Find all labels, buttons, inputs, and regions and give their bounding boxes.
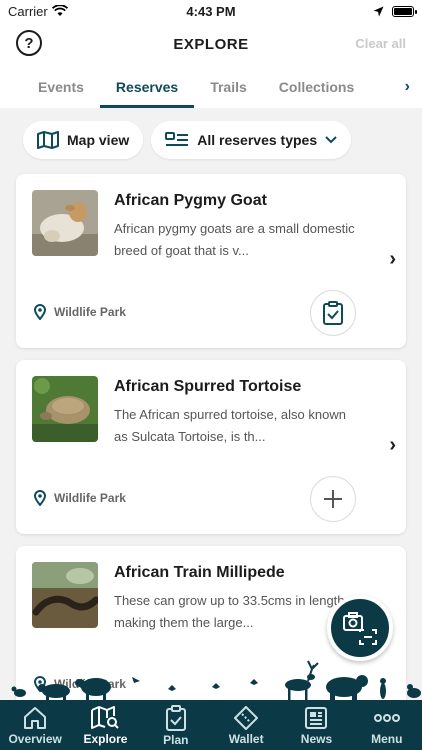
status-time: 4:43 PM — [186, 3, 236, 19]
nav-news[interactable]: News — [283, 706, 349, 745]
more-icon — [373, 713, 400, 722]
reserve-location: Wildlife Park — [34, 304, 126, 320]
reserve-description: These can grow up to 33.5cms in length, … — [114, 593, 349, 630]
nav-explore[interactable]: Explore — [72, 705, 138, 746]
scan-button[interactable] — [327, 595, 393, 661]
clear-all-button[interactable]: Clear all — [355, 36, 406, 51]
filters: Map view All reserves types — [23, 121, 352, 159]
add-to-plan-button[interactable] — [310, 476, 356, 522]
reserve-card[interactable]: African Pygmy Goat African pygmy goats a… — [16, 174, 406, 348]
clipboard-icon — [165, 704, 186, 731]
location-label: Wildlife Park — [54, 491, 126, 505]
nav-plan[interactable]: Plan — [143, 704, 209, 747]
clipboard-check-icon — [323, 301, 343, 325]
location-pin-icon — [34, 490, 46, 506]
status-bar: Carrier 4:43 PM — [0, 0, 422, 22]
reserve-title: African Spurred Tortoise — [114, 378, 302, 395]
map-icon — [37, 131, 59, 149]
filter-list-icon — [165, 132, 189, 146]
reserve-thumbnail — [32, 376, 98, 442]
reserve-location: Wildlife Park — [34, 490, 126, 506]
chevron-right-icon[interactable]: › — [389, 434, 396, 457]
help-button[interactable]: ? — [16, 30, 42, 56]
nav-wallet-label: Wallet — [228, 731, 264, 746]
map-search-icon — [91, 705, 120, 729]
nav-plan-label: Plan — [163, 732, 189, 747]
map-view-button[interactable]: Map view — [23, 121, 144, 159]
reserve-description: The African spurred tortoise, also known… — [114, 407, 346, 444]
nav-menu-label: Menu — [371, 731, 403, 746]
location-pin-icon — [34, 304, 46, 320]
reserve-type-label: All reserves types — [197, 132, 318, 148]
nav-wallet[interactable]: Wallet — [213, 705, 279, 746]
animal-silhouettes-decoration — [11, 660, 421, 700]
ticket-icon — [234, 705, 259, 730]
battery-icon — [392, 5, 417, 17]
page-title: EXPLORE — [173, 35, 249, 53]
reserve-description: African pygmy goats are a small domestic… — [114, 221, 355, 258]
bottom-nav: Overview Explore Plan Wallet News Menu — [0, 700, 422, 750]
tab-events[interactable]: Events — [22, 66, 100, 108]
reserve-thumbnail — [32, 190, 98, 256]
reserve-title: African Train Millipede — [114, 564, 285, 581]
map-view-label: Map view — [67, 132, 130, 148]
tab-bar: Events Reserves Trails Collections › — [0, 66, 422, 108]
header: ? EXPLORE Clear all — [0, 22, 422, 66]
add-to-plan-button[interactable] — [310, 290, 356, 336]
nav-menu[interactable]: Menu — [354, 706, 420, 745]
reserve-card[interactable]: African Spurred Tortoise The African spu… — [16, 360, 406, 534]
plus-icon — [324, 490, 342, 508]
tab-trails[interactable]: Trails — [194, 66, 263, 108]
chevron-down-icon — [325, 136, 337, 144]
tabs-next-chevron-icon[interactable]: › — [405, 78, 410, 96]
chevron-right-icon[interactable]: › — [389, 248, 396, 271]
location-label: Wildlife Park — [54, 305, 126, 319]
camera-scan-icon — [343, 612, 377, 645]
nav-overview-label: Overview — [8, 731, 62, 746]
tab-reserves[interactable]: Reserves — [99, 66, 195, 108]
newspaper-icon — [305, 706, 328, 729]
home-icon — [24, 706, 47, 729]
nav-overview[interactable]: Overview — [2, 706, 68, 745]
reserve-title: African Pygmy Goat — [114, 192, 267, 209]
nav-news-label: News — [300, 731, 333, 746]
nav-explore-label: Explore — [83, 731, 128, 746]
reserve-thumbnail — [32, 562, 98, 628]
tab-collections[interactable]: Collections — [263, 66, 370, 108]
reserve-type-select[interactable]: All reserves types — [151, 121, 352, 159]
